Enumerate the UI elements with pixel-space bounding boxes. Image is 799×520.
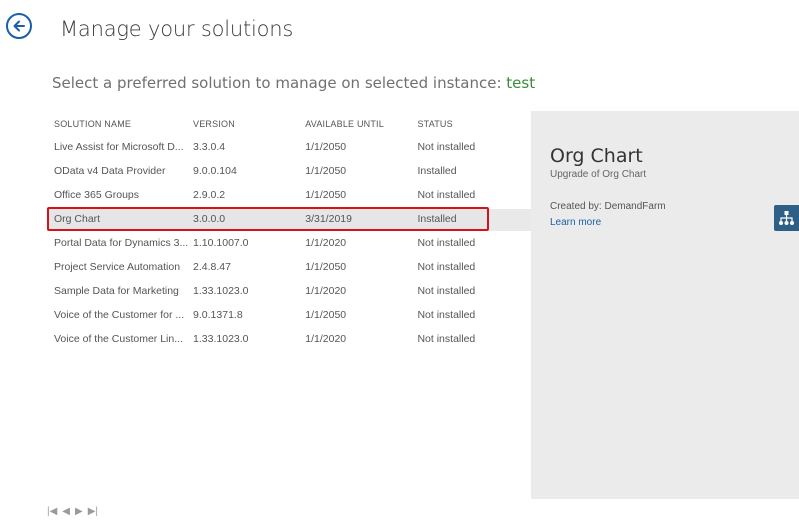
solution-name: Live Assist for Microsoft D...: [54, 141, 184, 153]
solution-name: Portal Data for Dynamics 3...: [54, 237, 189, 249]
org-chart-icon: [774, 205, 799, 231]
table-row[interactable]: OData v4 Data Provider 9.0.0.104 1/1/205…: [47, 159, 489, 183]
table-row[interactable]: Sample Data for Marketing 1.33.1023.0 1/…: [47, 279, 489, 303]
column-header-name: SOLUTION NAME: [54, 119, 132, 129]
page-subtitle: Select a preferred solution to manage on…: [52, 74, 535, 92]
table-row[interactable]: Portal Data for Dynamics 3... 1.10.1007.…: [47, 231, 489, 255]
solution-version: 3.0.0.0: [193, 213, 226, 225]
details-created-by: Created by: DemandFarm: [550, 201, 666, 212]
back-button[interactable]: [6, 13, 32, 39]
solution-available-until: 1/1/2020: [305, 285, 347, 297]
last-page-icon[interactable]: ▶|: [88, 506, 98, 517]
solution-available-until: 1/1/2050: [305, 141, 347, 153]
table-row[interactable]: Live Assist for Microsoft D... 3.3.0.4 1…: [47, 135, 489, 159]
solution-status: Not installed: [417, 261, 476, 273]
solution-available-until: 1/1/2050: [305, 261, 347, 273]
solutions-table: SOLUTION NAME VERSION AVAILABLE UNTIL ST…: [47, 113, 489, 351]
solution-version: 9.0.0.104: [193, 165, 237, 177]
page-title: Manage your solutions: [60, 17, 294, 41]
solution-status: Installed: [417, 165, 457, 177]
details-upgrade-text: Upgrade of Org Chart: [550, 169, 647, 180]
solution-version: 1.33.1023.0: [193, 333, 249, 345]
column-header-version: VERSION: [193, 119, 235, 129]
details-solution-name: Org Chart: [550, 145, 643, 167]
solution-available-until: 1/1/2020: [305, 237, 347, 249]
solution-version: 1.10.1007.0: [193, 237, 249, 249]
table-row-selected[interactable]: Org Chart 3.0.0.0 3/31/2019 Installed: [47, 207, 489, 231]
table-row[interactable]: Voice of the Customer for ... 9.0.1371.8…: [47, 303, 489, 327]
solution-version: 2.9.0.2: [193, 189, 226, 201]
pagination: |◀ ◀ ▶ ▶|: [47, 506, 98, 517]
solution-name: Sample Data for Marketing: [54, 285, 179, 297]
subtitle-text: Select a preferred solution to manage on…: [52, 74, 507, 92]
solution-name: Project Service Automation: [54, 261, 181, 273]
solution-available-until: 3/31/2019: [305, 213, 352, 225]
next-page-icon[interactable]: ▶: [75, 506, 83, 517]
table-row[interactable]: Voice of the Customer Lin... 1.33.1023.0…: [47, 327, 489, 351]
prev-page-icon[interactable]: ◀: [62, 506, 70, 517]
solution-status: Not installed: [417, 189, 476, 201]
solution-available-until: 1/1/2050: [305, 309, 347, 321]
first-page-icon[interactable]: |◀: [47, 506, 57, 517]
solution-status: Not installed: [417, 141, 476, 153]
solution-available-until: 1/1/2050: [305, 165, 347, 177]
solution-version: 2.4.8.47: [193, 261, 231, 273]
learn-more-link[interactable]: Learn more: [550, 217, 601, 228]
column-header-available-until: AVAILABLE UNTIL: [305, 119, 384, 129]
back-arrow-icon: [13, 20, 25, 32]
column-header-status: STATUS: [417, 119, 453, 129]
solution-name: Voice of the Customer Lin...: [54, 333, 183, 345]
solution-status: Not installed: [417, 333, 476, 345]
solution-available-until: 1/1/2050: [305, 189, 347, 201]
solution-name: Office 365 Groups: [54, 189, 140, 201]
solution-status: Not installed: [417, 285, 476, 297]
table-header: SOLUTION NAME VERSION AVAILABLE UNTIL ST…: [47, 113, 489, 135]
solution-name: Org Chart: [54, 213, 101, 225]
solution-version: 3.3.0.4: [193, 141, 226, 153]
solution-name: Voice of the Customer for ...: [54, 309, 185, 321]
solution-version: 9.0.1371.8: [193, 309, 243, 321]
instance-name: test: [506, 74, 536, 92]
table-row[interactable]: Office 365 Groups 2.9.0.2 1/1/2050 Not i…: [47, 183, 489, 207]
solution-available-until: 1/1/2020: [305, 333, 347, 345]
table-row[interactable]: Project Service Automation 2.4.8.47 1/1/…: [47, 255, 489, 279]
solution-status: Installed: [417, 213, 457, 225]
solution-status: Not installed: [417, 309, 476, 321]
solution-name: OData v4 Data Provider: [54, 165, 166, 177]
selection-connector: [489, 209, 531, 231]
solution-version: 1.33.1023.0: [193, 285, 249, 297]
details-panel: Org Chart Upgrade of Org Chart Created b…: [531, 111, 799, 499]
solution-status: Not installed: [417, 237, 476, 249]
